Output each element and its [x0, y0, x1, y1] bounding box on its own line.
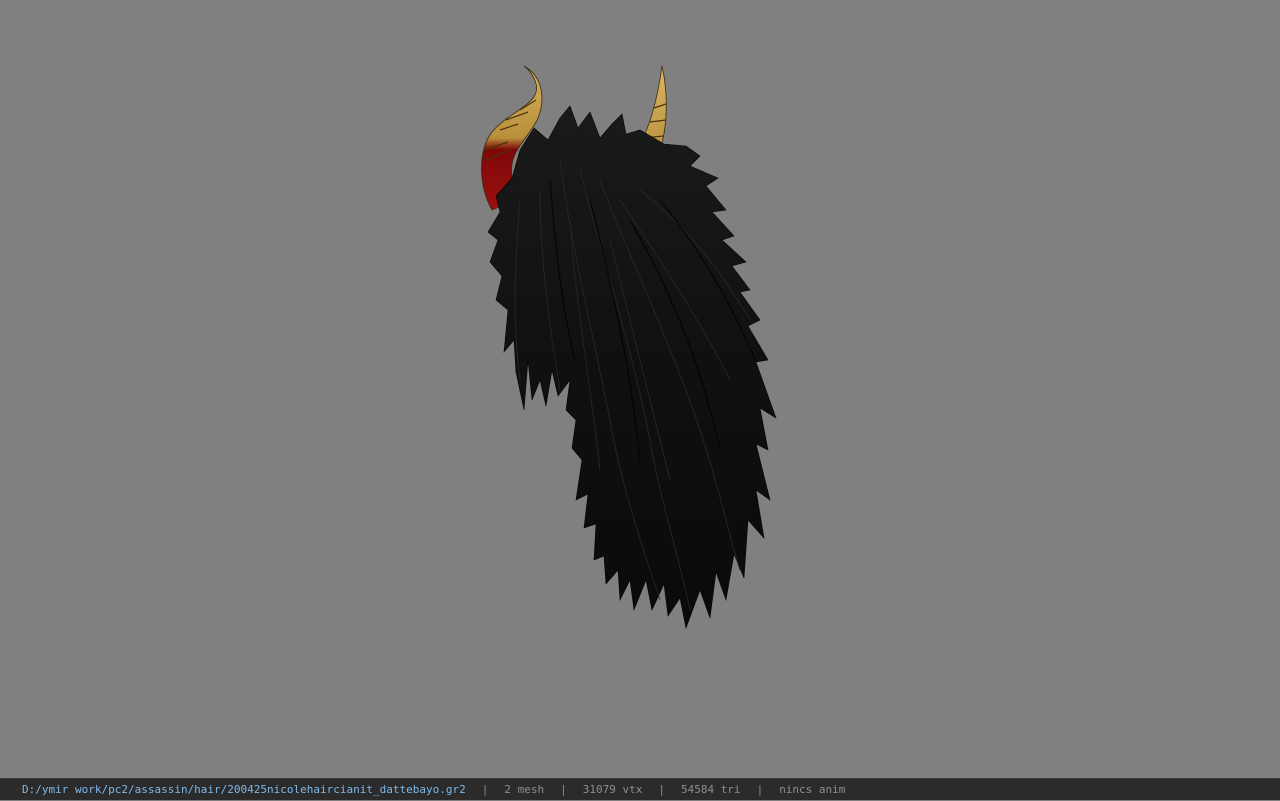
- status-anim: nincs anim: [779, 782, 846, 796]
- status-vertex-count: 31079 vtx: [582, 782, 643, 796]
- status-triangle-count: 54584 tri: [680, 782, 741, 796]
- status-mesh-count: 2 mesh: [504, 782, 545, 796]
- status-file-path: D:/ymir work/pc2/assassin/hair/200425nic…: [22, 782, 466, 796]
- status-separator: |: [658, 782, 665, 796]
- status-separator: |: [560, 782, 567, 796]
- hair-with-horns-model: [481, 65, 777, 630]
- hair-mass: [487, 105, 777, 630]
- status-separator: |: [756, 782, 764, 796]
- status-separator: |: [481, 782, 489, 796]
- 3d-viewport[interactable]: [0, 0, 1280, 778]
- status-bar: D:/ymir work/pc2/assassin/hair/200425nic…: [0, 778, 1280, 800]
